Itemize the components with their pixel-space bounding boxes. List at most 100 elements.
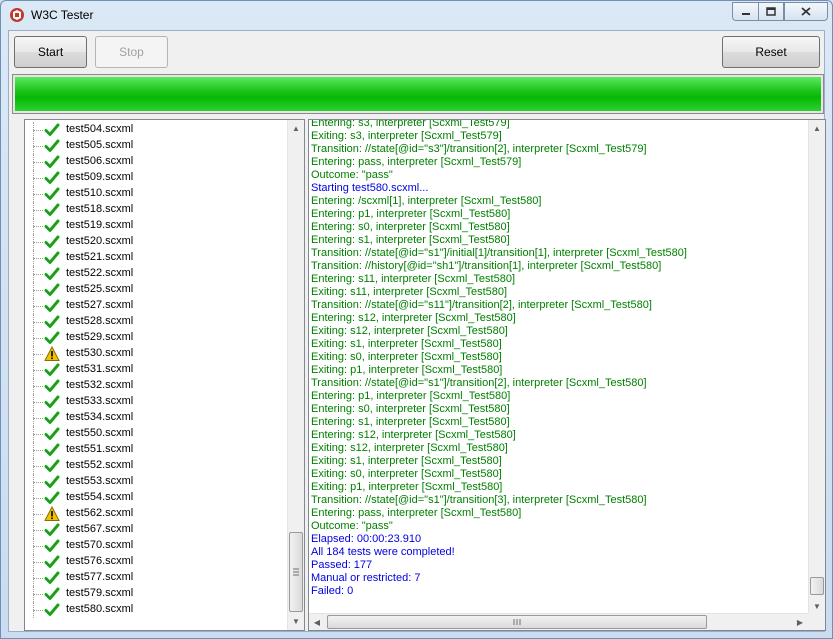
log-line: Transition: //state[@id="s1"]/initial[1]… bbox=[311, 247, 687, 259]
tree-item-label: test528.scxml bbox=[66, 315, 134, 327]
tree-item[interactable]: test520.scxml bbox=[25, 234, 285, 250]
tree-item-label: test550.scxml bbox=[66, 427, 134, 439]
checkmark-icon bbox=[44, 250, 60, 266]
tree-item[interactable]: test551.scxml bbox=[25, 442, 285, 458]
log-hscroll-thumb[interactable] bbox=[327, 615, 707, 629]
tree-connector bbox=[33, 194, 43, 195]
tree-item-label: test554.scxml bbox=[66, 491, 134, 503]
log-line: Outcome: "pass" bbox=[311, 520, 393, 532]
tree-item[interactable]: test510.scxml bbox=[25, 186, 285, 202]
tree-item[interactable]: test530.scxml bbox=[25, 345, 285, 362]
scroll-down-arrow-icon[interactable]: ▼ bbox=[288, 613, 304, 630]
checkmark-icon bbox=[44, 586, 60, 602]
tree-connector bbox=[33, 434, 43, 435]
window-controls bbox=[732, 2, 828, 22]
test-tree[interactable]: test504.scxml test505.scxml test506.scxml t… bbox=[24, 119, 305, 631]
tree-item[interactable]: test525.scxml bbox=[25, 282, 285, 298]
tree-item[interactable]: test531.scxml bbox=[25, 362, 285, 378]
tree-item-label: test562.scxml bbox=[66, 507, 134, 519]
log-line: Entering: s1, interpreter [Scxml_Test580… bbox=[311, 416, 510, 428]
tree-item-label: test553.scxml bbox=[66, 475, 134, 487]
tree-item-label: test579.scxml bbox=[66, 587, 134, 599]
log-line: Exiting: s0, interpreter [Scxml_Test580] bbox=[311, 351, 502, 363]
tree-item[interactable]: test580.scxml bbox=[25, 602, 285, 618]
tree-item[interactable]: test527.scxml bbox=[25, 298, 285, 314]
tree-item[interactable]: test534.scxml bbox=[25, 410, 285, 426]
tree-connector bbox=[33, 386, 43, 387]
log-output[interactable]: Entering: s3, interpreter [Scxml_Test579… bbox=[308, 119, 826, 631]
tree-item-label: test552.scxml bbox=[66, 459, 134, 471]
tree-item[interactable]: test577.scxml bbox=[25, 570, 285, 586]
checkmark-icon bbox=[44, 202, 60, 218]
tree-item[interactable]: test505.scxml bbox=[25, 138, 285, 154]
client-area: Start Stop Reset test504.scxml test505.sc… bbox=[8, 30, 826, 632]
tree-item[interactable]: test504.scxml bbox=[25, 122, 285, 138]
scroll-right-arrow-icon[interactable]: ▶ bbox=[792, 614, 808, 630]
checkmark-icon bbox=[44, 442, 60, 458]
checkmark-icon bbox=[44, 362, 60, 378]
grip-icon bbox=[293, 568, 299, 576]
scroll-left-arrow-icon[interactable]: ◀ bbox=[309, 614, 325, 630]
tree-connector bbox=[33, 466, 43, 467]
tree-item[interactable]: test533.scxml bbox=[25, 394, 285, 410]
tree-item[interactable]: test567.scxml bbox=[25, 522, 285, 538]
tree-item[interactable]: test576.scxml bbox=[25, 554, 285, 570]
log-line: Exiting: p1, interpreter [Scxml_Test580] bbox=[311, 364, 503, 376]
tree-item-label: test522.scxml bbox=[66, 267, 134, 279]
tree-item[interactable]: test570.scxml bbox=[25, 538, 285, 554]
reset-button[interactable]: Reset bbox=[722, 36, 820, 68]
checkmark-icon bbox=[44, 474, 60, 490]
tree-connector bbox=[33, 162, 43, 163]
log-line: Exiting: s1, interpreter [Scxml_Test580] bbox=[311, 338, 502, 350]
tree-item[interactable]: test506.scxml bbox=[25, 154, 285, 170]
tree-connector bbox=[33, 450, 43, 451]
checkmark-icon bbox=[44, 330, 60, 346]
checkmark-icon bbox=[44, 602, 60, 618]
log-vertical-scrollbar[interactable]: ▲ ▼ bbox=[808, 120, 825, 615]
tree-item[interactable]: test519.scxml bbox=[25, 218, 285, 234]
checkmark-icon bbox=[44, 186, 60, 202]
minimize-button[interactable] bbox=[732, 2, 758, 21]
tree-connector bbox=[33, 274, 43, 275]
title-bar[interactable]: W3C Tester bbox=[1, 1, 832, 29]
tree-connector bbox=[33, 226, 43, 227]
tree-item[interactable]: test553.scxml bbox=[25, 474, 285, 490]
tree-item[interactable]: test532.scxml bbox=[25, 378, 285, 394]
log-line: Entering: pass, interpreter [Scxml_Test5… bbox=[311, 507, 522, 519]
checkmark-icon bbox=[44, 314, 60, 330]
tree-connector bbox=[33, 338, 43, 339]
tree-scroll-thumb[interactable] bbox=[289, 532, 303, 612]
close-button[interactable] bbox=[784, 2, 828, 21]
checkmark-icon bbox=[44, 138, 60, 154]
log-scroll-up-arrow-icon[interactable]: ▲ bbox=[809, 120, 825, 137]
maximize-button[interactable] bbox=[758, 2, 784, 21]
tree-item[interactable]: test518.scxml bbox=[25, 202, 285, 218]
tree-item-label: test529.scxml bbox=[66, 331, 134, 343]
tree-item-label: test531.scxml bbox=[66, 363, 134, 375]
log-line: Outcome: "pass" bbox=[311, 169, 393, 181]
tree-item[interactable]: test552.scxml bbox=[25, 458, 285, 474]
tree-item[interactable]: test562.scxml bbox=[25, 505, 285, 522]
log-line: Exiting: p1, interpreter [Scxml_Test580] bbox=[311, 481, 503, 493]
log-line: Exiting: s1, interpreter [Scxml_Test580] bbox=[311, 455, 502, 467]
log-line: Transition: //state[@id="s1"]/transition… bbox=[311, 494, 647, 506]
tree-item[interactable]: test579.scxml bbox=[25, 586, 285, 602]
log-line: Exiting: s12, interpreter [Scxml_Test580… bbox=[311, 442, 508, 454]
scroll-up-arrow-icon[interactable]: ▲ bbox=[288, 120, 304, 137]
stop-button[interactable]: Stop bbox=[95, 36, 168, 68]
tree-vertical-scrollbar[interactable]: ▲ ▼ bbox=[287, 120, 304, 630]
tree-item[interactable]: test529.scxml bbox=[25, 330, 285, 346]
tree-item[interactable]: test522.scxml bbox=[25, 266, 285, 282]
tree-item[interactable]: test528.scxml bbox=[25, 314, 285, 330]
tree-item[interactable]: test509.scxml bbox=[25, 170, 285, 186]
tree-item[interactable]: test521.scxml bbox=[25, 250, 285, 266]
log-scroll-thumb[interactable] bbox=[810, 577, 824, 595]
tree-item[interactable]: test554.scxml bbox=[25, 490, 285, 506]
tree-item[interactable]: test550.scxml bbox=[25, 426, 285, 442]
log-line: Manual or restricted: 7 bbox=[311, 572, 421, 584]
checkmark-icon bbox=[44, 218, 60, 234]
tree-connector bbox=[33, 210, 43, 211]
start-button[interactable]: Start bbox=[14, 36, 87, 68]
log-horizontal-scrollbar[interactable]: ◀ ▶ bbox=[309, 613, 809, 630]
grip-icon bbox=[513, 619, 521, 625]
